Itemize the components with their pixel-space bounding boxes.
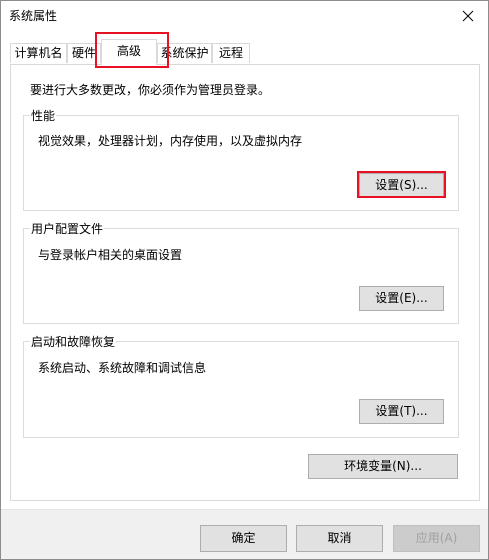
- tab-remote[interactable]: 远程: [212, 43, 250, 63]
- cancel-button[interactable]: 取消: [296, 525, 383, 552]
- system-properties-window: 系统属性 计算机名 硬件 高级 系统保护 远程 要进行大多数更改，你必须作为管理…: [0, 0, 489, 560]
- user-profiles-label: 用户配置文件: [30, 220, 105, 237]
- startup-recovery-label: 启动和故障恢复: [30, 333, 117, 350]
- performance-description: 视觉效果，处理器计划，内存使用，以及虚拟内存: [38, 134, 303, 148]
- performance-settings-button[interactable]: 设置(S)...: [359, 173, 444, 198]
- user-profiles-settings-button[interactable]: 设置(E)...: [359, 286, 444, 311]
- user-profiles-description: 与登录帐户相关的桌面设置: [38, 248, 183, 262]
- environment-variables-button[interactable]: 环境变量(N)...: [308, 454, 458, 479]
- apply-button[interactable]: 应用(A): [393, 525, 480, 552]
- startup-recovery-settings-button[interactable]: 设置(T)...: [359, 399, 444, 424]
- ok-button[interactable]: 确定: [200, 525, 287, 552]
- tab-computer-name[interactable]: 计算机名: [10, 43, 67, 63]
- admin-note: 要进行大多数更改，你必须作为管理员登录。: [30, 83, 271, 97]
- close-icon: [462, 10, 474, 22]
- performance-label: 性能: [30, 107, 57, 124]
- window-title: 系统属性: [9, 9, 58, 23]
- close-button[interactable]: [454, 5, 482, 27]
- startup-recovery-description: 系统启动、系统故障和调试信息: [38, 361, 207, 375]
- tab-system-protection[interactable]: 系统保护: [157, 43, 212, 63]
- title-bar: 系统属性: [1, 1, 488, 31]
- tab-advanced[interactable]: 高级: [101, 39, 157, 65]
- tab-hardware[interactable]: 硬件: [67, 43, 101, 63]
